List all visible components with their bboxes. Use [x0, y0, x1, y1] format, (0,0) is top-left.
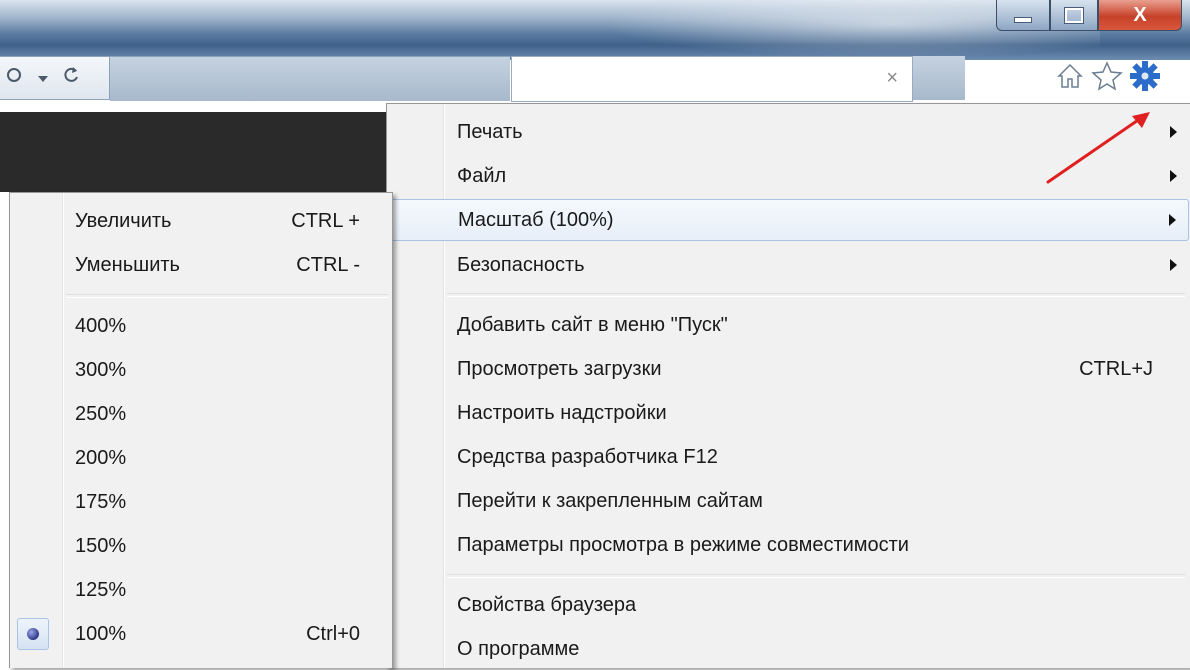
menu-separator [447, 574, 1185, 578]
zoom-item-label: Увеличить [75, 209, 172, 232]
zoom-item-label: 200% [75, 446, 127, 469]
menu-item-manage-addons[interactable]: Настроить надстройки [389, 392, 1189, 434]
menu-item-label: Безопасность [457, 253, 585, 276]
zoom-level-175[interactable]: 175% [12, 481, 390, 523]
menu-item-add-to-start[interactable]: Добавить сайт в меню "Пуск" [389, 304, 1189, 346]
menu-item-label: Масштаб (100%) [458, 208, 614, 231]
zoom-item-shortcut: CTRL - [296, 253, 360, 276]
zoom-submenu: Увеличить CTRL + Уменьшить CTRL - 400% 3… [9, 192, 393, 668]
menu-item-pinned-sites[interactable]: Перейти к закрепленным сайтам [389, 480, 1189, 522]
tab-strip [110, 56, 510, 101]
menu-item-zoom[interactable]: Масштаб (100%) [389, 199, 1189, 241]
menu-item-label: Перейти к закрепленным сайтам [457, 489, 763, 512]
maximize-button[interactable] [1050, 0, 1098, 31]
submenu-arrow-icon [1170, 126, 1177, 138]
submenu-arrow-icon [1170, 259, 1177, 271]
zoom-level-400[interactable]: 400% [12, 305, 390, 347]
zoom-in-item[interactable]: Увеличить CTRL + [12, 200, 390, 242]
home-icon[interactable] [1055, 61, 1085, 91]
search-icon[interactable] [4, 66, 26, 90]
favorites-icon[interactable] [1091, 61, 1123, 91]
zoom-item-shortcut: Ctrl+0 [306, 622, 360, 645]
zoom-out-item[interactable]: Уменьшить CTRL - [12, 244, 390, 286]
zoom-item-label: 250% [75, 402, 127, 425]
zoom-item-label: 400% [75, 314, 127, 337]
menu-item-about[interactable]: О программе [389, 628, 1189, 670]
submenu-arrow-icon [1169, 214, 1176, 226]
minimize-button[interactable] [996, 0, 1050, 31]
dropdown-icon[interactable] [32, 67, 54, 90]
clear-search-icon[interactable]: × [886, 67, 898, 90]
menu-item-label: Настроить надстройки [457, 401, 667, 424]
menu-item-view-downloads[interactable]: Просмотреть загрузки CTRL+J [389, 348, 1189, 390]
zoom-item-label: 125% [75, 578, 127, 601]
page-content-dark [0, 112, 392, 192]
zoom-item-shortcut: CTRL + [291, 209, 360, 232]
close-icon: X [1133, 3, 1147, 26]
menu-item-security[interactable]: Безопасность [389, 244, 1189, 286]
tab-strip-right [913, 56, 965, 100]
zoom-level-300[interactable]: 300% [12, 349, 390, 391]
zoom-level-125[interactable]: 125% [12, 569, 390, 611]
refresh-icon[interactable] [60, 65, 82, 91]
menu-item-label: Просмотреть загрузки [457, 357, 662, 380]
zoom-level-100[interactable]: 100% Ctrl+0 [12, 613, 390, 655]
maximize-icon [1065, 7, 1083, 23]
zoom-item-label: 100% [75, 622, 127, 645]
menu-item-label: Добавить сайт в меню "Пуск" [457, 313, 728, 336]
gear-icon[interactable] [1129, 60, 1161, 92]
zoom-item-label: 300% [75, 358, 127, 381]
zoom-item-label: Уменьшить [75, 253, 180, 276]
zoom-item-label: 175% [75, 490, 127, 513]
address-bar[interactable] [0, 56, 110, 100]
zoom-level-200[interactable]: 200% [12, 437, 390, 479]
menu-item-label: Параметры просмотра в режиме совместимос… [457, 533, 909, 556]
submenu-separator [66, 294, 388, 298]
annotation-arrow-icon [1046, 112, 1150, 184]
menu-item-compatibility-view[interactable]: Параметры просмотра в режиме совместимос… [389, 524, 1189, 566]
zoom-item-label: 150% [75, 534, 127, 557]
menu-item-label: Средства разработчика F12 [457, 445, 718, 468]
menu-item-label: О программе [457, 637, 580, 660]
title-bar: X [0, 0, 1190, 60]
zoom-level-150[interactable]: 150% [12, 525, 390, 567]
menu-item-shortcut: CTRL+J [1079, 357, 1153, 380]
menu-item-internet-options[interactable]: Свойства браузера [389, 584, 1189, 626]
zoom-level-250[interactable]: 250% [12, 393, 390, 435]
submenu-arrow-icon [1170, 170, 1177, 182]
close-button[interactable]: X [1098, 0, 1182, 31]
menu-item-label: Печать [457, 120, 523, 143]
search-input[interactable]: × [511, 56, 913, 102]
menu-item-label: Свойства браузера [457, 593, 637, 616]
minimize-icon [1014, 17, 1032, 23]
toolbar-icons [1055, 60, 1161, 92]
radio-selected-icon [27, 628, 39, 640]
menu-separator [447, 293, 1185, 297]
menu-item-label: Файл [457, 164, 507, 187]
window-controls: X [996, 0, 1182, 34]
menu-item-developer-tools[interactable]: Средства разработчика F12 [389, 436, 1189, 478]
